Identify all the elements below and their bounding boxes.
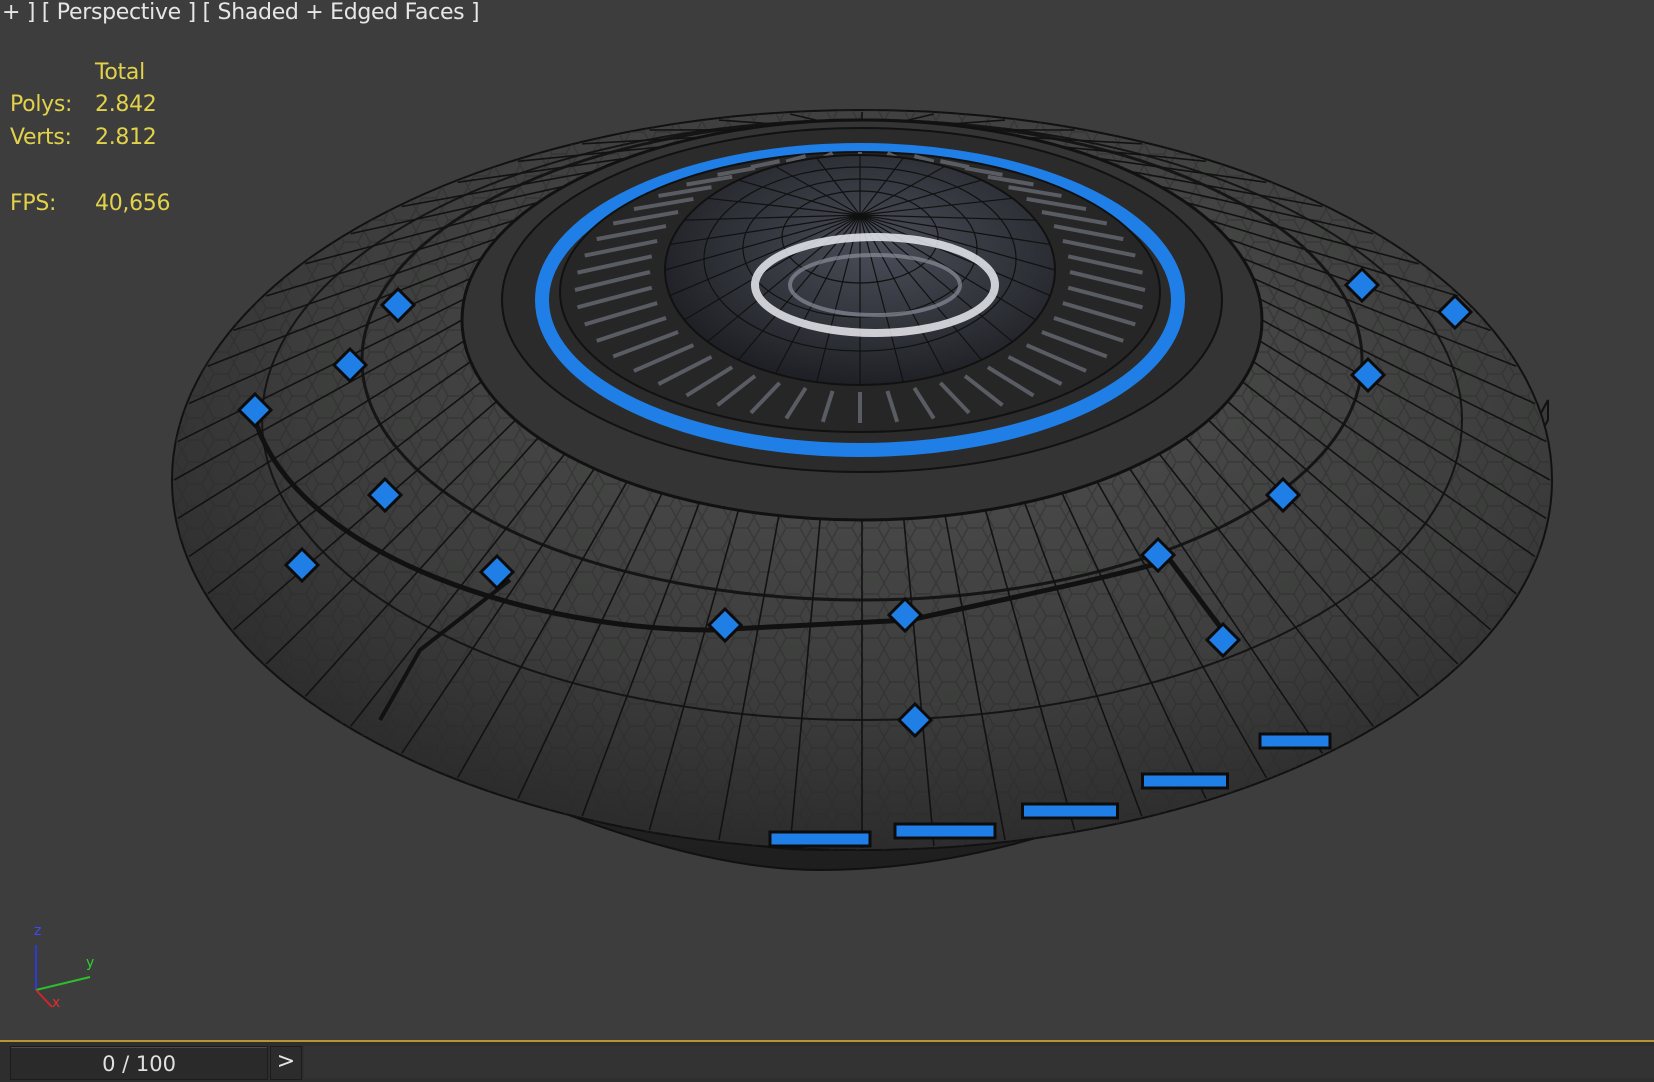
fps-label: FPS: [10,191,56,216]
verts-label: Verts: [10,125,72,150]
time-slider[interactable]: 0 / 100 [10,1046,268,1080]
frame-display: 0 / 100 [11,1052,267,1076]
polys-value: 2.842 [95,92,156,117]
viewport-label[interactable]: + ] [ Perspective ] [ Shaded + Edged Fac… [2,0,479,25]
axis-x-label: x [52,995,60,1011]
next-frame-button[interactable]: > [270,1046,302,1080]
timeline-track[interactable] [304,1046,1654,1078]
timeline-bar: 0 / 100 > [0,1040,1654,1082]
perspective-viewport[interactable]: + ] [ Perspective ] [ Shaded + Edged Fac… [0,0,1654,1040]
stats-header: Total [95,60,145,85]
fps-value: 40,656 [95,191,170,216]
verts-value: 2.812 [95,125,156,150]
axis-z-label: z [34,923,41,939]
ufo-model [0,0,1654,1040]
axis-gizmo-icon: z y x [22,915,112,1015]
axis-y-label: y [86,955,94,971]
polys-label: Polys: [10,92,72,117]
